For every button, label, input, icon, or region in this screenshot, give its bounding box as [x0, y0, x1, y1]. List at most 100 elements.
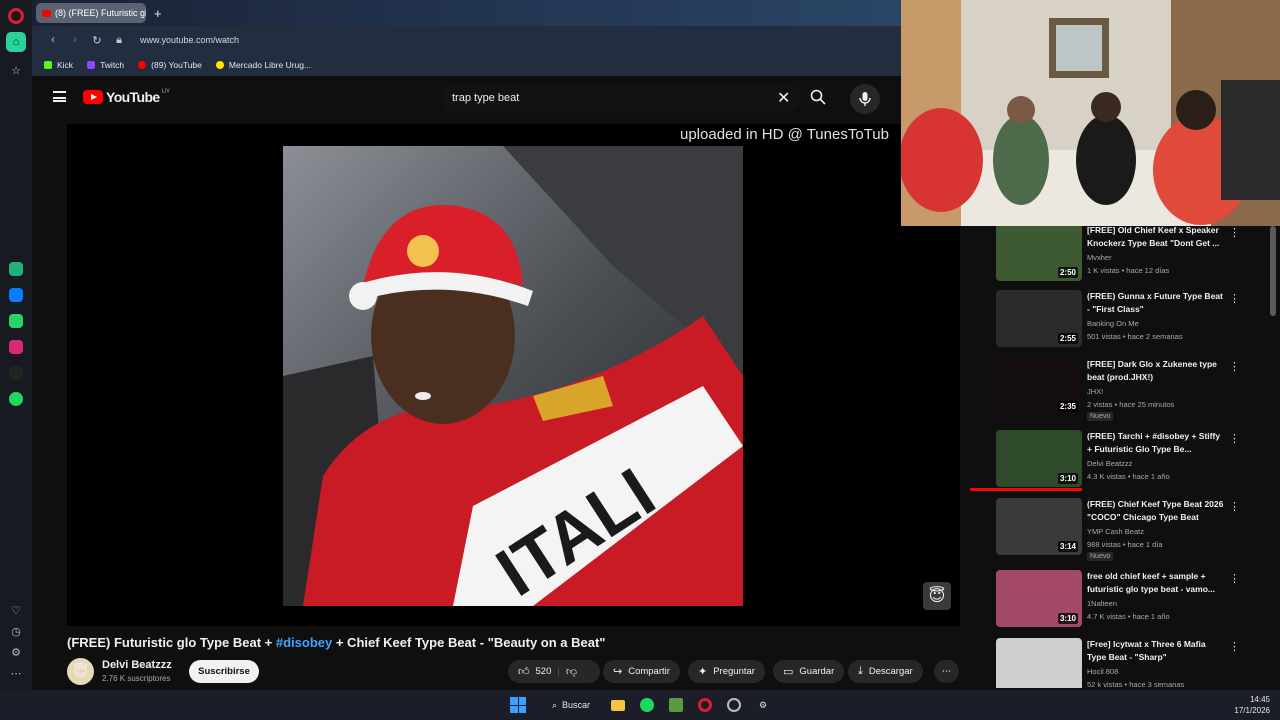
history-icon[interactable]: ◷ [11, 625, 21, 638]
list-item[interactable]: 3:10 free old chief keef + sample + futu… [970, 570, 1260, 640]
settings-taskbar-icon[interactable]: ⚙ [754, 696, 772, 714]
new-tab-icon[interactable]: + [154, 6, 162, 21]
clear-search-icon[interactable]: ✕ [777, 88, 790, 108]
share-button[interactable]: ↪ Compartir [603, 660, 680, 683]
new-badge: Nuevo [1087, 552, 1114, 561]
rec-title[interactable]: (FREE) Gunna x Future Type Beat - "First… [1087, 290, 1227, 316]
kebab-menu-icon[interactable]: ⋮ [1229, 500, 1240, 513]
instagram-app-icon[interactable] [9, 340, 23, 354]
opera-logo-icon[interactable] [8, 8, 24, 24]
share-icon: ↪ [613, 666, 623, 678]
rec-title[interactable]: (FREE) Tarchi + #disobey + Stiffy + Futu… [1087, 430, 1227, 456]
video-thumbnail[interactable]: 2:55 [996, 290, 1082, 347]
heart-icon[interactable]: ♡ [11, 604, 21, 617]
youtube-logo[interactable]: YouTube UY [83, 89, 170, 105]
messenger-app-icon[interactable] [9, 288, 23, 302]
opera-taskbar-icon[interactable] [696, 696, 714, 714]
dislike-icon[interactable]: 👎︎ [566, 665, 577, 678]
video-thumbnail[interactable] [996, 638, 1082, 688]
hashtag-link[interactable]: #disobey [276, 635, 332, 650]
channel-avatar[interactable]: 😇 [67, 658, 94, 685]
kebab-menu-icon[interactable]: ⋮ [1229, 226, 1240, 239]
back-icon[interactable]: ‹ [42, 34, 64, 46]
list-item[interactable]: 2:55 (FREE) Gunna x Future Type Beat - "… [970, 290, 1260, 360]
tiktok-app-icon[interactable] [9, 366, 23, 380]
start-button[interactable] [509, 696, 527, 714]
rec-channel[interactable]: Mvxher [1087, 253, 1112, 262]
like-count[interactable]: 520 [536, 666, 552, 677]
channel-name[interactable]: Delvi Beatzzz [102, 659, 172, 671]
rec-meta: 4.7 K vistas • hace 1 año [1087, 612, 1170, 621]
rec-title[interactable]: free old chief keef + sample + futuristi… [1087, 570, 1227, 596]
scrollbar[interactable] [1270, 226, 1276, 316]
sparkle-icon: ✦ [698, 666, 708, 678]
bookmark-mercadolibre[interactable]: Mercado Libre Urug... [215, 60, 311, 70]
kebab-menu-icon[interactable]: ⋮ [1229, 640, 1240, 653]
video-watermark: uploaded in HD @ TunesToTub [680, 126, 889, 143]
video-thumbnail[interactable]: 2:50 [996, 224, 1082, 281]
rec-channel[interactable]: 1Nalteen [1087, 599, 1117, 608]
search-query: trap type beat [452, 92, 520, 104]
save-button[interactable]: ▭ Guardar [773, 660, 845, 683]
system-clock[interactable]: 14:45 17/1/2026 [1234, 694, 1270, 716]
kebab-menu-icon[interactable]: ⋮ [1229, 432, 1240, 445]
minecraft-icon[interactable] [667, 696, 685, 714]
bookmark-youtube[interactable]: (89) YouTube [138, 60, 202, 70]
kebab-menu-icon[interactable]: ⋮ [1229, 360, 1240, 373]
video-player[interactable]: uploaded in HD @ TunesToTub ITALI 😇 [67, 124, 960, 626]
tab-youtube[interactable]: (8) (FREE) Futuristic gl [36, 3, 146, 23]
video-thumbnail[interactable]: 3:10 [996, 570, 1082, 627]
mercadolibre-icon [215, 61, 224, 69]
more-actions-button[interactable]: ⋯ [934, 660, 959, 683]
url-field[interactable]: www.youtube.com/watch [140, 35, 239, 45]
menu-icon[interactable] [53, 91, 66, 102]
list-item[interactable]: [Free] Icytwat x Three 6 Mafia Type Beat… [970, 638, 1260, 688]
subscribe-button[interactable]: Suscribirse [189, 660, 259, 683]
emoji-reaction-icon[interactable]: 😇 [923, 582, 951, 610]
video-thumbnail[interactable]: 3:14 [996, 498, 1082, 555]
search-icon[interactable] [810, 89, 826, 105]
search-input[interactable]: trap type beat [441, 84, 801, 112]
rec-channel[interactable]: JHX! [1087, 387, 1103, 396]
rec-title[interactable]: [Free] Icytwat x Three 6 Mafia Type Beat… [1087, 638, 1227, 664]
like-icon[interactable]: 👍︎ [518, 665, 530, 678]
taskbar-search[interactable]: ⌕ Buscar [541, 696, 601, 714]
youtube-favicon-icon [42, 9, 51, 17]
list-item[interactable]: 2:35 [FREE] Dark Glo x Zukenee type beat… [970, 358, 1260, 428]
bookmarks-bar: Kick Twitch (89) YouTube Mercado Libre U… [32, 54, 902, 76]
voice-search-button[interactable] [850, 84, 880, 114]
download-button[interactable]: ⤓ Descargar [848, 660, 923, 683]
chatgpt-app-icon[interactable] [9, 262, 23, 276]
download-icon: ⤓ [858, 665, 863, 677]
rec-channel[interactable]: YMP Cash Beatz [1087, 527, 1144, 536]
file-explorer-icon[interactable] [609, 696, 627, 714]
more-icon[interactable]: ⋯ [11, 667, 22, 680]
opera-gx-icon[interactable] [725, 696, 743, 714]
pinboard-icon[interactable]: ☆ [6, 60, 26, 80]
bookmark-twitch[interactable]: Twitch [87, 60, 124, 70]
ask-button[interactable]: ✦ Preguntar [688, 660, 765, 683]
kebab-menu-icon[interactable]: ⋮ [1229, 292, 1240, 305]
home-icon[interactable]: ⌂ [6, 32, 26, 52]
rec-meta: 1 K vistas • hace 12 días [1087, 266, 1170, 275]
video-thumbnail[interactable]: 2:35 [996, 358, 1082, 415]
video-thumbnail[interactable]: 3:10 [996, 430, 1082, 487]
list-item[interactable]: 3:14 (FREE) Chief Keef Type Beat 2026 "C… [970, 498, 1260, 568]
rec-title[interactable]: (FREE) Chief Keef Type Beat 2026 "COCO" … [1087, 498, 1227, 524]
rec-channel[interactable]: Delvi Beatzzz [1087, 459, 1132, 468]
bookmark-kick[interactable]: Kick [44, 60, 73, 70]
rec-title[interactable]: [FREE] Dark Glo x Zukenee type beat (pro… [1087, 358, 1227, 384]
rec-channel[interactable]: Hocil 808 [1087, 667, 1118, 676]
forward-icon[interactable]: › [64, 34, 86, 46]
kebab-menu-icon[interactable]: ⋮ [1229, 572, 1240, 585]
rec-title[interactable]: [FREE] Old Chief Keef x Speaker Knockerz… [1087, 224, 1227, 250]
rec-channel[interactable]: Banking On Me [1087, 319, 1139, 328]
settings-icon[interactable]: ⚙ [11, 646, 21, 659]
reload-icon[interactable]: ↻ [86, 34, 108, 47]
spotify-app-icon[interactable] [9, 392, 23, 406]
twitch-icon [87, 61, 96, 69]
rec-meta: 501 vistas • hace 2 semanas [1087, 332, 1183, 341]
spotify-icon[interactable] [638, 696, 656, 714]
list-item[interactable]: 2:50 [FREE] Old Chief Keef x Speaker Kno… [970, 224, 1260, 294]
whatsapp-app-icon[interactable] [9, 314, 23, 328]
